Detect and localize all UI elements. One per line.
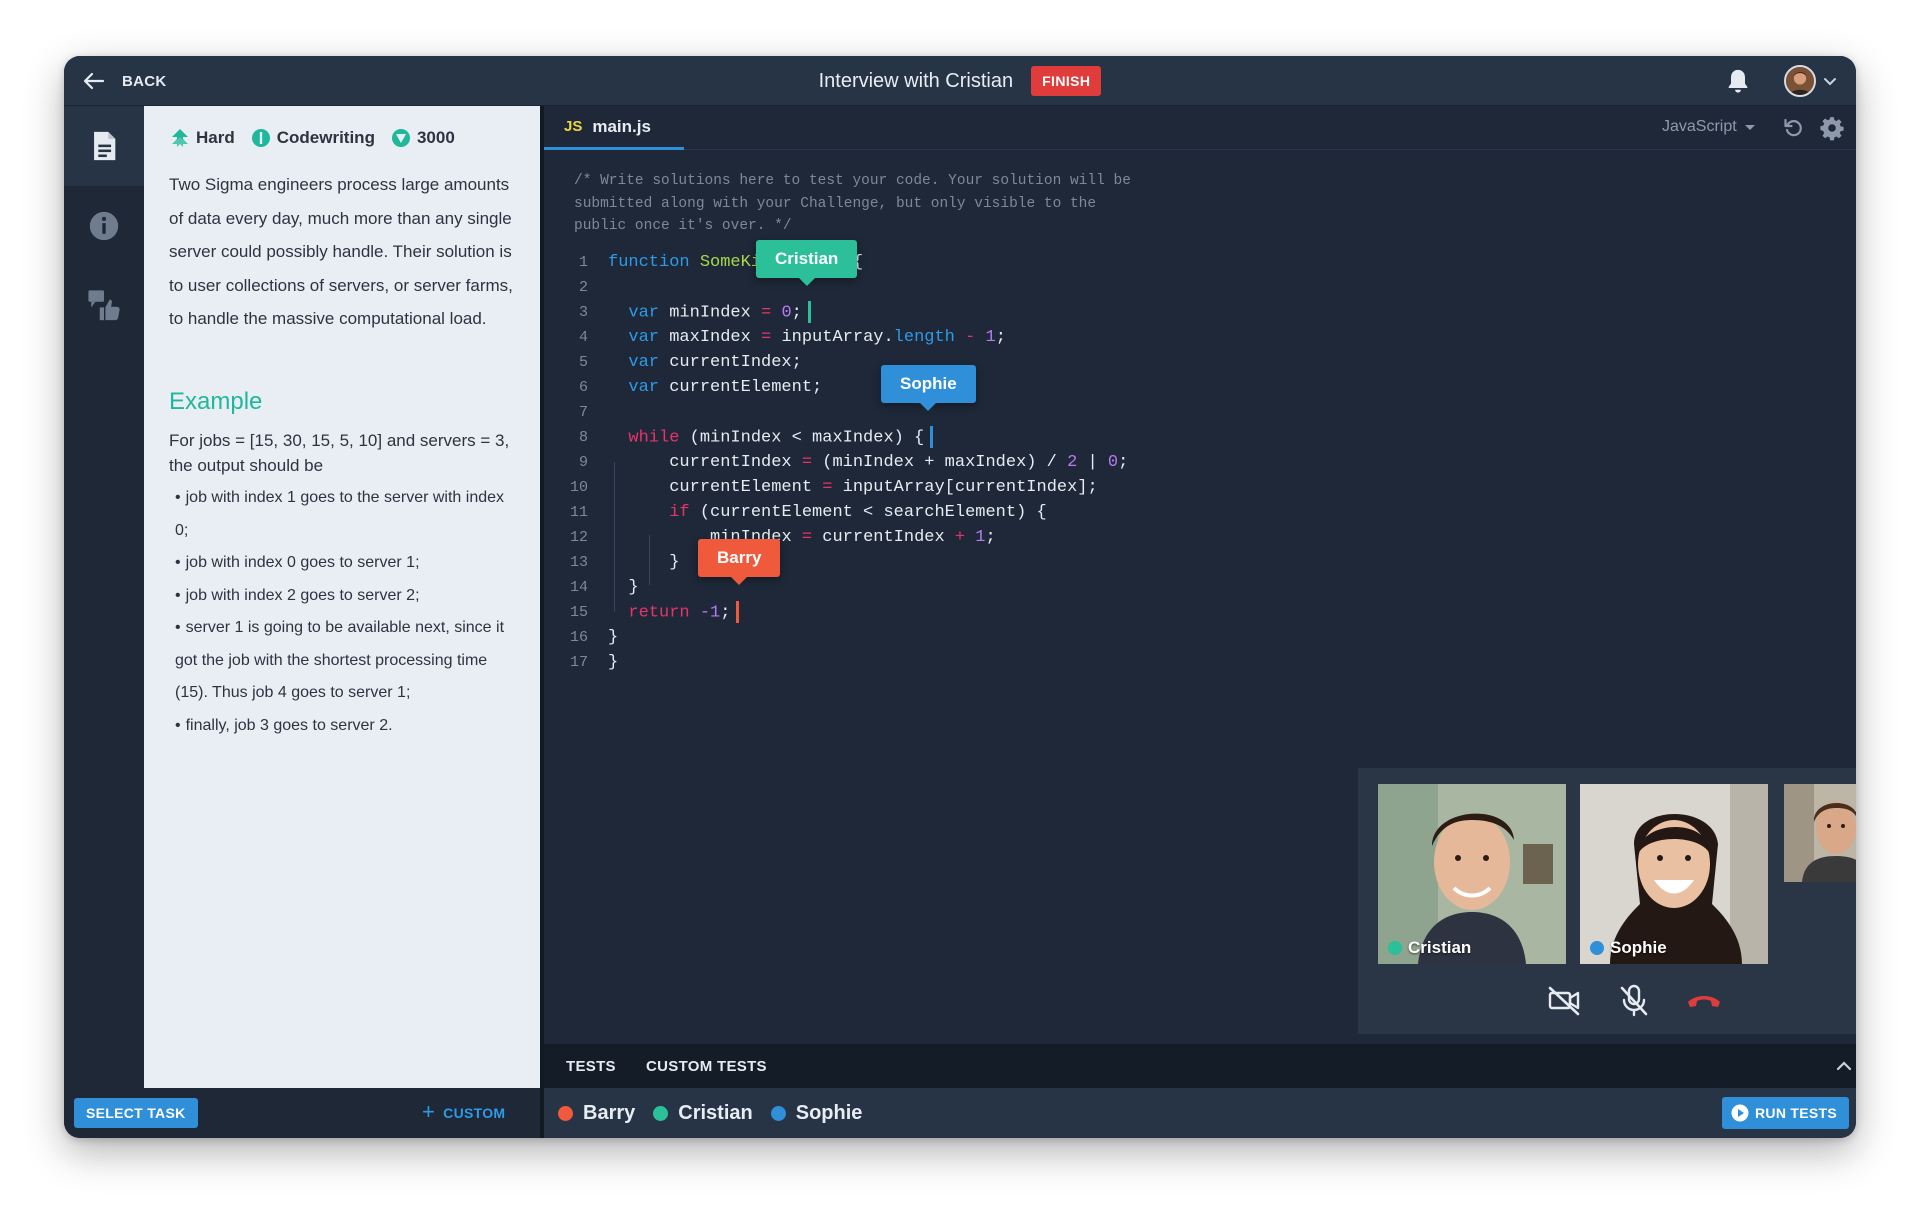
- list-item: finally, job 3 goes to server 2.: [169, 710, 519, 743]
- editor-tab-bar: JS main.js JavaScript: [544, 106, 1856, 150]
- codewriting-icon: [251, 129, 270, 147]
- finish-button[interactable]: FINISH: [1031, 66, 1102, 96]
- tab-custom-tests[interactable]: CUSTOM TESTS: [646, 1044, 767, 1088]
- camera-off-icon[interactable]: [1544, 980, 1584, 1020]
- app-window: BACK Interview with Cristian FINISH Hard…: [64, 56, 1856, 1138]
- title-area: Interview with Cristian FINISH: [64, 56, 1856, 106]
- tab-tests[interactable]: TESTS: [566, 1044, 616, 1088]
- bell-icon[interactable]: [1724, 67, 1752, 95]
- left-footer: SELECT TASK + CUSTOM: [64, 1088, 540, 1138]
- info-icon: [89, 211, 119, 241]
- task-description-panel: Hard Codewriting 3000 Two Sigma engineer…: [144, 106, 540, 1088]
- points-badge: 3000: [391, 128, 455, 148]
- custom-label: CUSTOM: [443, 1105, 506, 1121]
- sophie-cursor: [930, 426, 934, 448]
- js-file-icon: JS: [564, 118, 583, 135]
- self-video: [1784, 784, 1856, 882]
- run-tests-button[interactable]: RUN TESTS: [1722, 1097, 1850, 1129]
- barry-cursor-flag: Barry: [698, 539, 781, 585]
- rail-feedback[interactable]: [64, 266, 144, 346]
- cristian-video: [1378, 784, 1566, 964]
- side-rail: [64, 106, 144, 1088]
- select-task-button[interactable]: SELECT TASK: [74, 1098, 198, 1128]
- gear-icon[interactable]: [1819, 115, 1845, 141]
- rail-info[interactable]: [64, 186, 144, 266]
- list-item: job with index 1 goes to the server with…: [169, 482, 519, 547]
- status-dot: [1388, 941, 1402, 955]
- status-dot: [558, 1105, 573, 1121]
- difficulty-icon: [172, 129, 188, 147]
- avatar: [1784, 65, 1816, 97]
- participant-cristian: Cristian: [653, 1102, 753, 1125]
- list-item: job with index 0 goes to server 1;: [169, 547, 519, 580]
- example-heading: Example: [169, 388, 263, 415]
- example-intro: For jobs = [15, 30, 15, 5, 10] and serve…: [169, 431, 510, 475]
- participants-list: Barry Cristian Sophie: [558, 1088, 880, 1138]
- points-label: 3000: [416, 128, 455, 147]
- plus-icon: +: [422, 1099, 436, 1124]
- status-dot: [770, 1105, 786, 1121]
- difficulty-label: Hard: [196, 128, 235, 147]
- cristian-cursor: [807, 301, 811, 323]
- chevron-down-icon: [1824, 78, 1836, 86]
- caret-down-icon: [1744, 124, 1755, 130]
- video-tile-sophie[interactable]: Sophie: [1580, 784, 1768, 964]
- sophie-video: [1580, 784, 1768, 964]
- language-select[interactable]: JavaScript: [1662, 118, 1755, 136]
- video-tile-cristian[interactable]: Cristian: [1378, 784, 1566, 964]
- file-name: main.js: [592, 116, 651, 136]
- code-line: 17 }: [569, 652, 619, 672]
- play-icon: [1731, 1104, 1749, 1122]
- points-icon: [391, 129, 410, 147]
- cristian-cursor-flag: Cristian: [756, 240, 858, 286]
- top-bar: BACK Interview with Cristian FINISH: [64, 56, 1856, 106]
- user-menu[interactable]: [1784, 64, 1838, 98]
- category-label: Codewriting: [276, 128, 375, 147]
- mic-off-icon[interactable]: [1614, 980, 1654, 1020]
- participant-barry: Barry: [558, 1102, 635, 1125]
- difficulty-badge: Hard: [170, 128, 235, 148]
- participant-sophie: Sophie: [770, 1102, 862, 1125]
- video-call-panel: Cristian Sophie: [1358, 768, 1856, 1034]
- language-label: JavaScript: [1662, 118, 1737, 135]
- code-comment: /* Write solutions here to test your cod…: [574, 173, 1131, 234]
- list-item: server 1 is going to be available next, …: [169, 612, 519, 710]
- chevron-up-icon[interactable]: [1834, 1056, 1854, 1076]
- document-icon: [94, 131, 116, 161]
- custom-button[interactable]: + CUSTOM: [422, 1098, 505, 1128]
- tests-bar: TESTS CUSTOM TESTS: [540, 1044, 1856, 1088]
- barry-cursor: [736, 601, 740, 623]
- video-tile-self[interactable]: [1784, 784, 1856, 882]
- task-meta: Hard Codewriting 3000: [170, 128, 471, 148]
- example-bullet-list: job with index 1 goes to the server with…: [169, 482, 519, 742]
- back-button[interactable]: BACK: [82, 68, 167, 94]
- tab-main-js[interactable]: JS main.js: [544, 106, 684, 150]
- sophie-cursor-flag: Sophie: [881, 365, 976, 411]
- list-item: job with index 2 goes to server 2;: [169, 580, 519, 613]
- status-dot: [1590, 941, 1604, 955]
- reset-icon[interactable]: [1782, 116, 1806, 140]
- phone-hangup-icon[interactable]: [1684, 980, 1724, 1020]
- rail-description[interactable]: [64, 106, 144, 186]
- task-description: Two Sigma engineers process large amount…: [169, 175, 513, 328]
- arrow-left-icon: [83, 72, 105, 90]
- feedback-icon: [88, 290, 120, 321]
- back-label: BACK: [122, 72, 167, 90]
- status-dot: [653, 1105, 669, 1121]
- bottom-bar: Barry Cristian Sophie RUN TESTS: [540, 1088, 1856, 1138]
- category-badge: Codewriting: [251, 128, 375, 148]
- page-title: Interview with Cristian: [818, 69, 1014, 92]
